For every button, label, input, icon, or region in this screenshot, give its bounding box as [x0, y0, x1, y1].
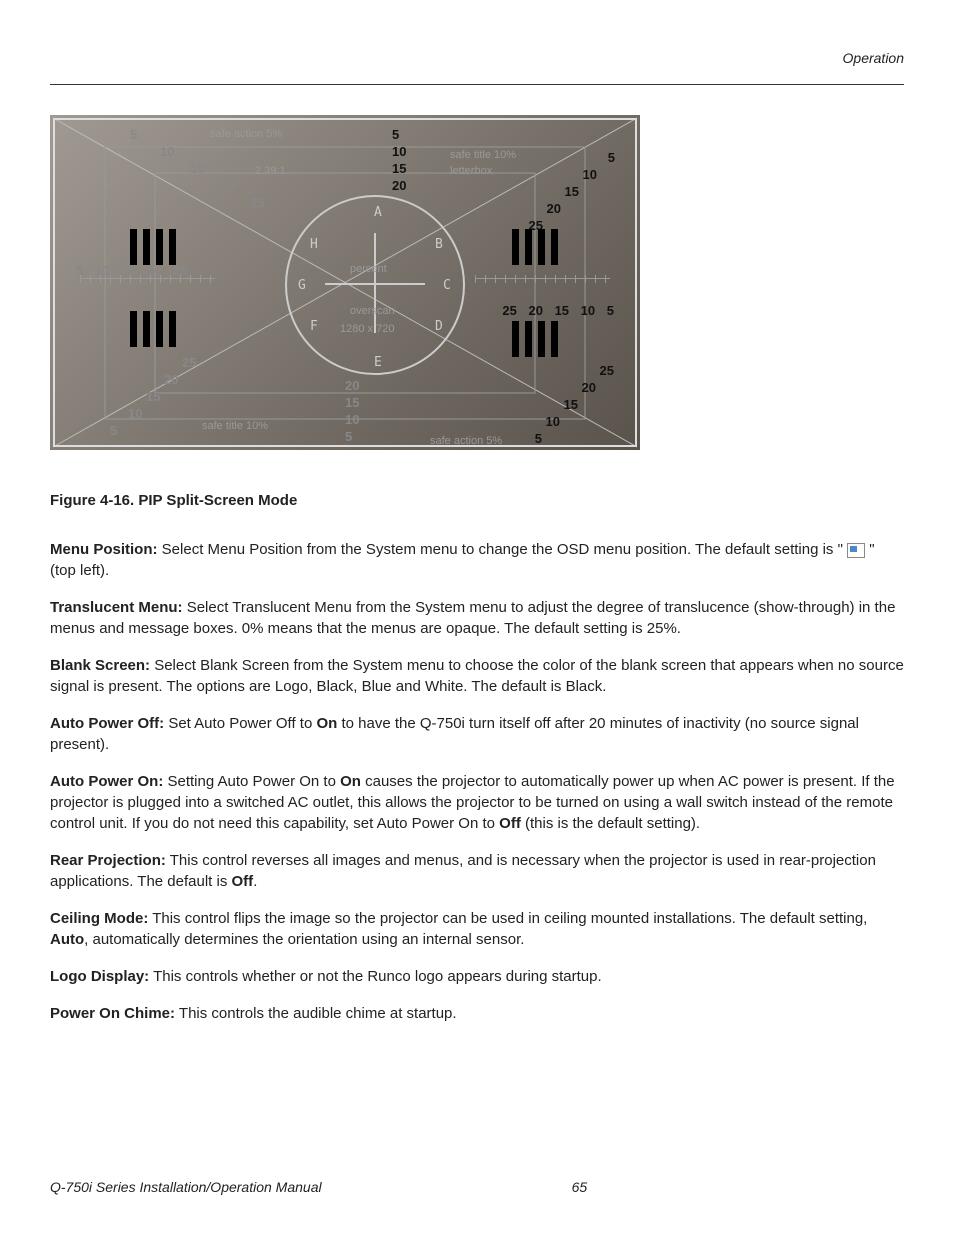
page-header: Operation — [50, 50, 904, 66]
para-auto-power-on: Auto Power On: Setting Auto Power On to … — [50, 771, 904, 834]
dir-C: C — [443, 278, 451, 293]
para-rear-projection: Rear Projection: This control reverses a… — [50, 850, 904, 892]
page-footer: Q-750i Series Installation/Operation Man… — [50, 1179, 904, 1195]
bars-top-left — [130, 229, 176, 265]
label-safe-title-top: safe title 10% — [450, 149, 516, 161]
para-power-on-chime: Power On Chime: This controls the audibl… — [50, 1003, 904, 1024]
ticks-left — [80, 278, 215, 279]
dir-H: H — [310, 237, 318, 252]
dir-B: B — [435, 237, 443, 252]
scale-right: 25 20 15 10 5 — [494, 303, 614, 320]
label-percent: percent — [350, 263, 387, 275]
para-menu-position: Menu Position: Select Menu Position from… — [50, 539, 904, 581]
dir-A: A — [374, 205, 382, 220]
footer-page-number: 65 — [572, 1179, 588, 1195]
label-safe-action-bottom: safe action 5% — [430, 435, 502, 447]
label-safe-title-bottom: safe title 10% — [202, 420, 268, 432]
para-logo-display: Logo Display: This controls whether or n… — [50, 966, 904, 987]
menu-position-icon — [847, 543, 865, 558]
label-letterbox: letterbox — [450, 165, 492, 177]
footer-manual-title: Q-750i Series Installation/Operation Man… — [50, 1179, 322, 1195]
section-label: Operation — [843, 50, 904, 66]
para-translucent-menu: Translucent Menu: Select Translucent Men… — [50, 597, 904, 639]
bars-bottom-left — [130, 311, 176, 347]
figure-caption: Figure 4-16. PIP Split-Screen Mode — [50, 490, 904, 511]
dir-E: E — [374, 355, 382, 370]
label-overscan: overscan — [350, 305, 395, 317]
header-rule — [50, 84, 904, 85]
dir-G: G — [298, 278, 306, 293]
scale-top-center: 5 10 15 20 — [392, 127, 406, 195]
bars-bottom-right — [512, 321, 558, 357]
test-pattern-figure: safe action 5% safe title 10% letterbox … — [50, 115, 640, 450]
para-auto-power-off: Auto Power Off: Set Auto Power Off to On… — [50, 713, 904, 755]
scale-top-right: 5 10 15 20 25 — [529, 150, 615, 234]
dir-F: F — [310, 319, 318, 334]
body-content: Figure 4-16. PIP Split-Screen Mode Menu … — [50, 490, 904, 1024]
para-blank-screen: Blank Screen: Select Blank Screen from t… — [50, 655, 904, 697]
scale-bottom-center: 20 15 10 5 — [345, 378, 359, 446]
scale-right-mid: 25 20 15 10 5 — [535, 363, 614, 447]
bars-top-right — [512, 229, 558, 265]
label-resolution: 1280 x 720 — [340, 323, 394, 335]
dir-D: D — [435, 319, 443, 334]
scale-top-left: 5 10 15 20 25 — [130, 127, 264, 211]
para-ceiling-mode: Ceiling Mode: This control flips the ima… — [50, 908, 904, 950]
scale-bottom-left: 25 20 15 10 5 — [110, 355, 196, 439]
ticks-right — [475, 278, 610, 279]
